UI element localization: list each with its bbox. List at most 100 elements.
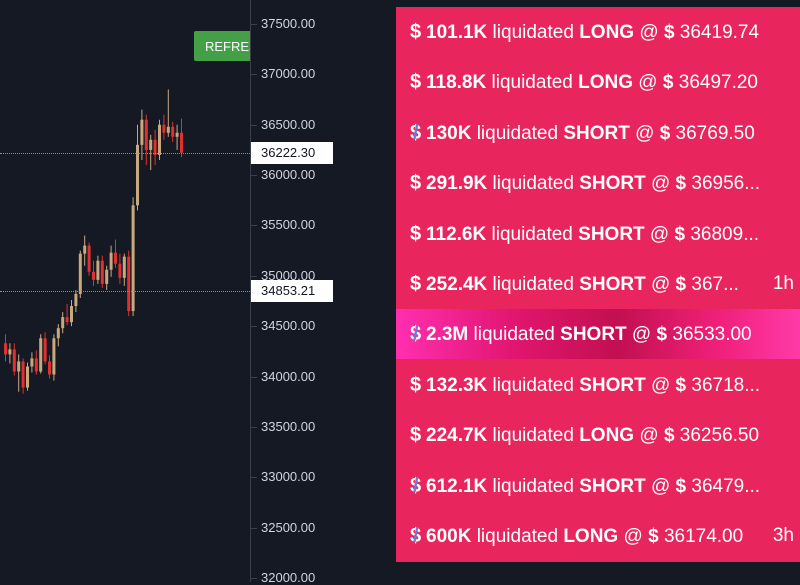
liquidation-verb: liquidated (487, 173, 580, 195)
candle-down (100, 260, 104, 284)
liquidation-row[interactable]: $/612.1K liquidated SHORT @ $ 36479... (396, 461, 800, 511)
liquidation-price: 36769.50 (675, 122, 755, 144)
bitcoin-coin-icon: $ (410, 222, 422, 245)
liquidation-row[interactable]: $/600K liquidated LONG @ $ 36174.00 3h (396, 511, 800, 561)
dollar-icon: $ (675, 173, 692, 195)
liquidation-price: 36256.50 (679, 425, 760, 447)
liquidation-row[interactable]: $112.6K liquidated SHORT @ $ 36809... (396, 209, 800, 259)
liquidation-row[interactable]: $252.4K liquidated SHORT @ $ 367... 1h (396, 259, 800, 309)
liquidation-row[interactable]: $224.7K liquidated LONG @ $ 36256.50 (396, 410, 800, 460)
dollar-icon: $ (675, 274, 692, 295)
ethereum-coin-icon: $ / (410, 309, 426, 359)
candle-down (87, 245, 91, 272)
candle-up (17, 361, 21, 372)
liquidation-amount: 130K (426, 122, 472, 144)
at-symbol: @ (629, 122, 660, 144)
bitcoin-coin-icon: $ (410, 172, 422, 195)
liquidation-row[interactable]: $/2.3M liquidated SHORT @ $ 36533.00 (396, 309, 800, 360)
dollar-icon: $ (674, 223, 691, 245)
liquidation-row[interactable]: $291.9K liquidated SHORT @ $ 36956... (396, 158, 800, 208)
at-symbol: @ (634, 425, 664, 447)
liquidation-amount: 2.3M (426, 324, 469, 346)
liquidation-price: 36956... (691, 173, 761, 195)
bitcoin-coin-icon: $ (410, 424, 422, 447)
candle-up (78, 253, 82, 294)
dollar-icon: $ (659, 122, 676, 144)
liquidation-row[interactable]: $101.1K liquidated LONG @ $ 36419.74 (396, 7, 800, 57)
candle-up (56, 328, 60, 339)
price-tick-mark (251, 376, 257, 378)
price-tick-label: 34500.00 (261, 318, 316, 334)
candle-down (171, 126, 175, 137)
dollar-icon: $ (656, 324, 673, 346)
bitcoin-coin-icon: $ (410, 71, 422, 94)
candle-down (4, 343, 7, 355)
candle-down (43, 338, 47, 362)
liquidation-verb: liquidated (487, 425, 580, 447)
candle-down (144, 119, 148, 150)
liquidation-side: SHORT (579, 374, 646, 396)
candle-down (65, 317, 69, 323)
price-tick-mark (251, 477, 257, 479)
dollar-icon: $ (648, 526, 664, 547)
price-tick-mark (251, 578, 257, 579)
liquidation-side: SHORT (578, 223, 645, 245)
candle-up (140, 119, 144, 145)
liquidation-verb: liquidated (471, 526, 564, 547)
at-symbol: @ (618, 526, 649, 547)
price-tick-label: 33500.00 (261, 418, 316, 434)
candle-up (96, 260, 100, 280)
at-symbol: @ (644, 223, 675, 245)
liquidation-verb: liquidated (486, 72, 579, 94)
price-tick-mark (251, 527, 257, 529)
price-axis[interactable]: 37500.00 37000.00 36500.00 36000.00 35500.00… (250, 0, 396, 585)
price-tick-label: 36000.00 (261, 167, 316, 183)
at-symbol: @ (626, 324, 657, 346)
liquidation-side: LONG (578, 72, 634, 94)
coin-slash-icon: / (413, 121, 419, 144)
ethereum-coin-icon: $ / (410, 461, 426, 511)
candle-up (149, 139, 153, 150)
candle-up (131, 205, 135, 312)
at-symbol: @ (645, 475, 676, 497)
liquidation-price: 36479... (691, 475, 761, 497)
price-tick-mark (251, 74, 257, 76)
dollar-icon: $ (663, 22, 680, 43)
candle-down (180, 132, 183, 153)
candle-down (114, 252, 117, 264)
at-symbol: @ (633, 72, 663, 94)
liquidation-price: 367... (691, 274, 739, 295)
coin-slash-icon: / (413, 525, 419, 547)
liquidation-amount: 291.9K (426, 173, 488, 195)
liquidation-row[interactable]: $132.3K liquidated SHORT @ $ 36718... (396, 360, 800, 410)
liquidation-side: SHORT (579, 173, 646, 195)
candle-up (158, 124, 161, 155)
liquidation-row[interactable]: $/130K liquidated SHORT @ $ 36769.50 (396, 108, 800, 158)
candle-up (61, 317, 65, 329)
liquidations-feed[interactable]: $101.1K liquidated LONG @ $ 36419.74 $118… (396, 7, 800, 562)
liquidation-side: LONG (579, 425, 635, 447)
candle-up (166, 126, 170, 133)
candle-down (12, 349, 16, 372)
liquidation-amount: 112.6K (426, 223, 487, 245)
price-tick-mark (251, 326, 257, 328)
liquidation-row[interactable]: $118.8K liquidated LONG @ $ 36497.20 (396, 57, 800, 107)
candle-up (74, 293, 78, 307)
liquidation-price: 36809... (690, 223, 760, 245)
candle-up (105, 269, 109, 284)
liquidation-price: 36419.74 (679, 22, 760, 43)
at-symbol: @ (645, 374, 676, 396)
ethereum-coin-icon: $ / (410, 108, 426, 158)
liquidation-side: LONG (579, 22, 635, 43)
liquidation-amount: 252.4K (426, 274, 488, 295)
liquidation-side: SHORT (579, 274, 646, 295)
candle-up (39, 338, 43, 372)
dollar-icon: $ (663, 425, 680, 447)
price-tick-mark (251, 124, 257, 126)
price-tick-label: 34000.00 (261, 368, 316, 384)
price-tick-label: 32000.00 (261, 570, 316, 585)
liquidation-verb: liquidated (487, 22, 580, 43)
price-tick-mark (251, 175, 257, 177)
time-ago: 1h (772, 273, 794, 294)
price-tick-label: 37500.00 (261, 16, 316, 31)
